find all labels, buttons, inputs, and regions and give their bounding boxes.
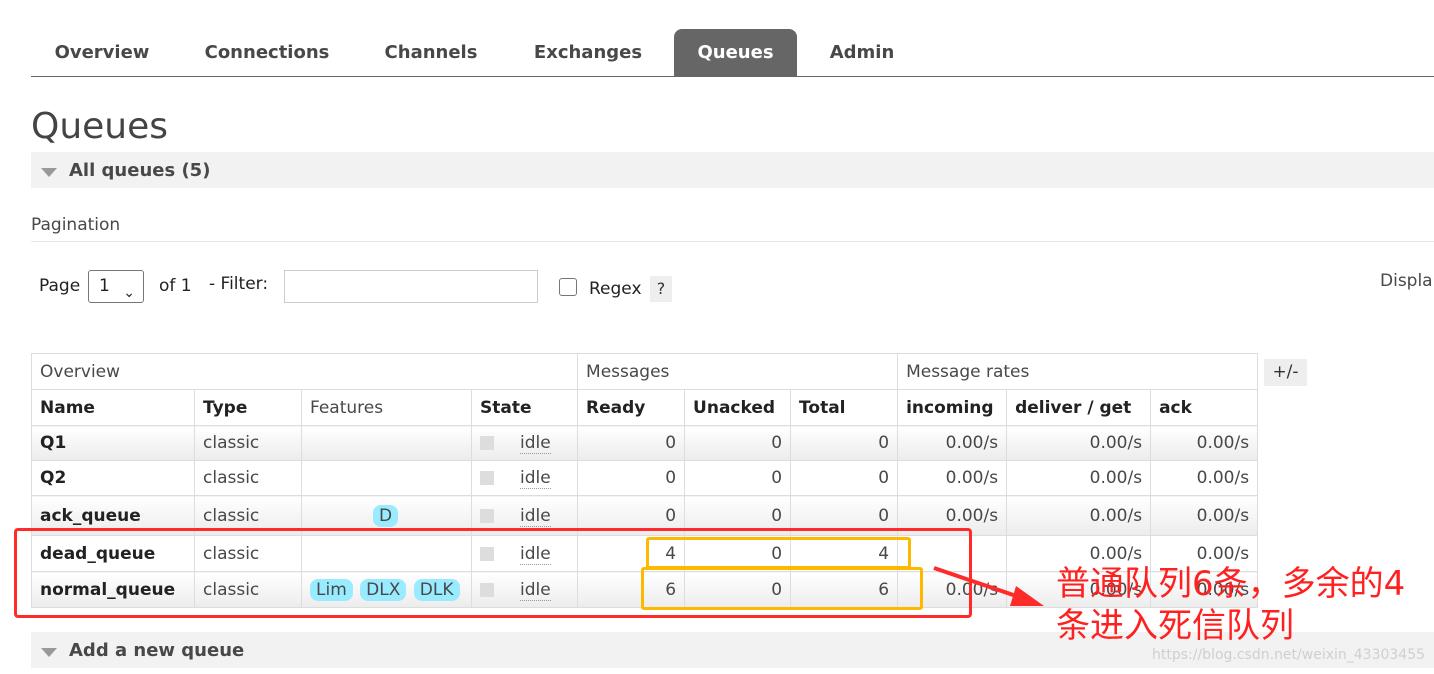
watermark: https://blog.csdn.net/weixin_43303455 bbox=[1152, 647, 1426, 663]
annotation-note: 普通队列6条，多余的4条进入死信队列 bbox=[1056, 564, 1406, 646]
